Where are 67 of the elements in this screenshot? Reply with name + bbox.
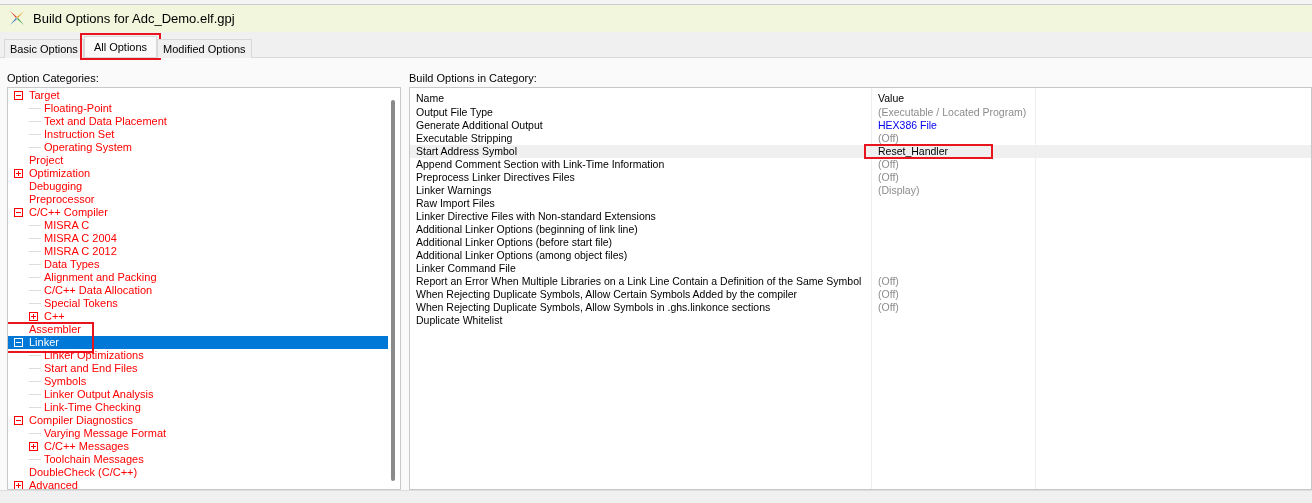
option-value: HEX386 File xyxy=(878,118,937,131)
option-value: (Off) xyxy=(878,157,899,170)
option-name[interactable]: Report an Error When Multiple Libraries on a Link Line Contain a Definition of the Same Symbol xyxy=(416,274,862,287)
option-value: (Off) xyxy=(878,131,899,144)
tree-item[interactable]: Text and Data Placement xyxy=(44,114,167,128)
option-value: (Executable / Located Program) xyxy=(878,105,1027,118)
tree-item[interactable]: Data Types xyxy=(44,257,100,271)
tree-item[interactable]: Compiler Diagnostics xyxy=(29,413,133,427)
option-value: (Off) xyxy=(878,287,899,300)
scrollbar-thumb[interactable] xyxy=(391,99,395,481)
option-value: (Display) xyxy=(878,183,920,196)
tree-item[interactable]: Operating System xyxy=(44,140,133,154)
tree-item[interactable]: Linker Output Analysis xyxy=(44,387,154,401)
tree-item[interactable]: Instruction Set xyxy=(44,127,115,141)
tree-item[interactable]: Symbols xyxy=(44,374,87,388)
section-label: Build Options in Category: xyxy=(409,71,538,86)
tree-item[interactable]: Floating-Point xyxy=(44,101,112,115)
option-name[interactable]: Linker Warnings xyxy=(416,183,492,196)
tab[interactable]: Modified Options xyxy=(157,38,252,58)
tree-item[interactable]: Target xyxy=(29,88,60,102)
column-header: Value xyxy=(872,87,1036,106)
tree-item[interactable]: C/C++ Messages xyxy=(44,439,129,453)
option-name[interactable]: Append Comment Section with Link-Time Information xyxy=(416,157,665,170)
option-name[interactable]: Additional Linker Options (before start file) xyxy=(416,235,613,248)
tree-item[interactable]: Assembler xyxy=(29,322,81,336)
app-icon xyxy=(9,10,25,27)
window-title: Build Options for Adc_Demo.elf.gpj xyxy=(33,10,235,26)
tree-item[interactable]: Toolchain Messages xyxy=(44,452,144,466)
tree-item[interactable]: Preprocessor xyxy=(29,192,95,206)
tree-item[interactable]: Varying Message Format xyxy=(44,426,167,440)
tree-item[interactable]: Start and End Files xyxy=(44,361,138,375)
tab[interactable]: Basic Options xyxy=(4,38,84,58)
option-name[interactable]: When Rejecting Duplicate Symbols, Allow Symbols in .ghs.linkonce sections xyxy=(416,300,771,313)
option-name[interactable]: Linker Directive Files with Non-standard Extensions xyxy=(416,209,656,222)
option-name[interactable]: Additional Linker Options (beginning of link line) xyxy=(416,222,638,235)
tree-item[interactable]: C++ xyxy=(44,309,65,323)
tree-item[interactable]: Link-Time Checking xyxy=(44,400,141,414)
column-header: Name xyxy=(410,87,872,106)
tree-item[interactable]: Project xyxy=(29,153,64,167)
tree-item[interactable]: MISRA C 2012 xyxy=(44,244,117,258)
option-name[interactable]: Linker Command File xyxy=(416,261,516,274)
tree-item[interactable]: C/C++ Compiler xyxy=(29,205,108,219)
option-value: (Off) xyxy=(878,170,899,183)
tree-item[interactable]: Debugging xyxy=(29,179,83,193)
tree-item[interactable]: Advanced xyxy=(29,478,78,489)
option-value: (Off) xyxy=(878,300,899,313)
tree-item[interactable]: MISRA C xyxy=(44,218,90,232)
option-name[interactable]: Start Address Symbol xyxy=(416,144,517,157)
tree-item[interactable]: C/C++ Data Allocation xyxy=(44,283,153,297)
tab[interactable]: All Options xyxy=(83,35,158,57)
option-value: (Off) xyxy=(878,274,899,287)
tree-item[interactable]: Optimization xyxy=(29,166,91,180)
tree-item[interactable]: Special Tokens xyxy=(44,296,118,310)
option-name[interactable]: Duplicate Whitelist xyxy=(416,313,503,326)
option-name[interactable]: Preprocess Linker Directives Files xyxy=(416,170,575,183)
option-name[interactable]: When Rejecting Duplicate Symbols, Allow Certain Symbols Added by the compiler xyxy=(416,287,798,300)
tree-item[interactable]: DoubleCheck (C/C++) xyxy=(29,465,138,479)
option-name[interactable]: Executable Stripping xyxy=(416,131,513,144)
option-name[interactable]: Generate Additional Output xyxy=(416,118,543,131)
tree-item[interactable]: Linker xyxy=(29,335,59,349)
option-name[interactable]: Additional Linker Options (among object files) xyxy=(416,248,628,261)
option-name[interactable]: Raw Import Files xyxy=(416,196,495,209)
tree-item[interactable]: Alignment and Packing xyxy=(44,270,157,284)
section-label: Option Categories: xyxy=(7,71,100,86)
option-value: Reset_Handler xyxy=(878,144,949,157)
tree-item[interactable]: MISRA C 2004 xyxy=(44,231,117,245)
option-name[interactable]: Output File Type xyxy=(416,105,493,118)
